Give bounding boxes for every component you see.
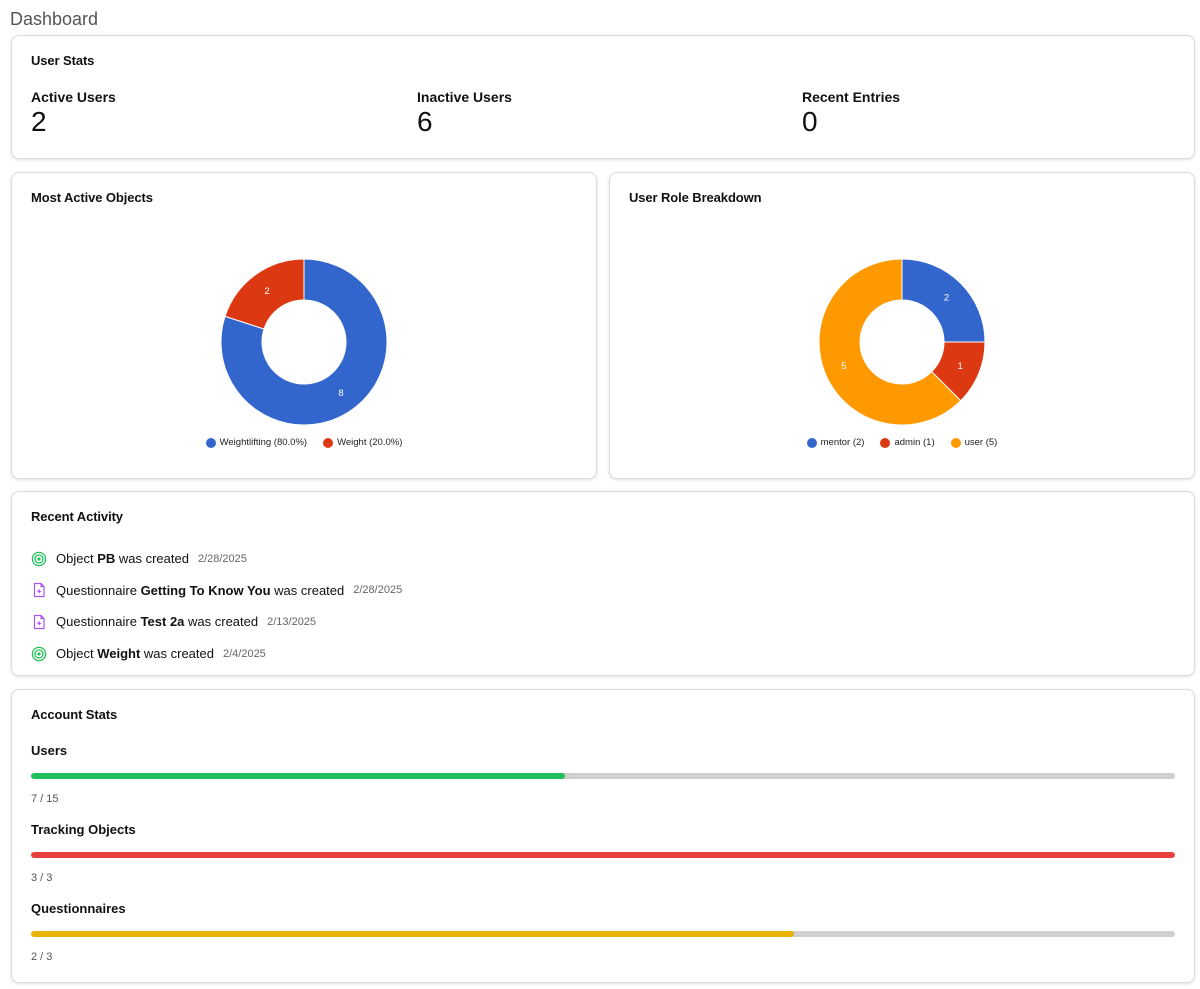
legend-item[interactable]: mentor (2)	[806, 437, 865, 448]
progress-track	[31, 852, 1175, 858]
activity-name[interactable]: Test 2a	[141, 614, 185, 629]
target-icon	[31, 646, 47, 662]
activity-suffix: was created	[115, 551, 189, 567]
activity-date: 2/28/2025	[353, 584, 403, 597]
account-stat-questionnaires: Questionnaires 2 / 3	[31, 901, 1175, 963]
legend-item[interactable]: user (5)	[950, 437, 998, 448]
legend-dot-icon	[950, 437, 961, 448]
progress-track	[31, 931, 1175, 937]
progress-fill	[31, 852, 1175, 858]
activity-item: Object Weight was created 2/4/2025	[31, 638, 402, 670]
activity-name[interactable]: Getting To Know You	[141, 583, 271, 598]
user-stats-card: User Stats Active Users 2 Inactive Users…	[11, 35, 1195, 159]
activity-text: Object Weight was created	[56, 646, 214, 661]
account-stat-tracking-objects: Tracking Objects 3 / 3	[31, 822, 1175, 884]
legend-dot-icon	[205, 437, 216, 448]
most-active-objects-donut-chart: 82	[220, 258, 388, 426]
objects-slice-label: 2	[264, 286, 269, 297]
progress-track	[31, 773, 1175, 779]
activity-item: Questionnaire Getting To Know You was cr…	[31, 575, 402, 607]
user-role-breakdown-card: User Role Breakdown 215 mentor (2) admin …	[609, 172, 1195, 479]
activity-list: Object PB was created 2/28/2025 Questionna…	[31, 543, 402, 669]
account-stat-label: Users	[31, 743, 68, 758]
activity-item: Questionnaire Test 2a was created 2/13/20…	[31, 606, 402, 638]
activity-suffix: was created	[140, 646, 214, 662]
progress-fill	[31, 931, 794, 937]
activity-type: Object	[56, 551, 98, 567]
account-stat-count: 7 / 15	[31, 793, 59, 805]
file-plus-icon	[31, 614, 47, 630]
activity-name[interactable]: PB	[97, 551, 115, 566]
roles-slice-label: 1	[958, 361, 963, 372]
activity-text: Object PB was created	[56, 551, 189, 566]
stat-active-users: Active Users 2	[31, 89, 116, 137]
progress-fill	[31, 773, 565, 779]
activity-date: 2/13/2025	[267, 615, 317, 628]
account-stats-title: Account Stats	[31, 707, 118, 722]
stat-value: 2	[31, 106, 47, 137]
activity-text: Questionnaire Test 2a was created	[56, 614, 258, 629]
account-stats-card: Account Stats Users 7 / 15 Tracking Obje…	[11, 689, 1195, 983]
activity-type: Questionnaire	[56, 582, 141, 598]
legend-label: user (5)	[964, 437, 998, 448]
account-stat-users: Users 7 / 15	[31, 743, 1175, 805]
legend-dot-icon	[323, 437, 334, 448]
activity-date: 2/4/2025	[222, 647, 266, 660]
most-active-objects-card: Most Active Objects 82 Weightlifting (80…	[11, 172, 597, 479]
activity-type: Object	[56, 646, 98, 662]
recent-activity-title: Recent Activity	[31, 509, 123, 524]
page-title: Dashboard	[10, 9, 99, 29]
activity-date: 2/28/2025	[197, 552, 247, 565]
activity-item: Object PB was created 2/28/2025	[31, 543, 402, 575]
account-stat-count: 3 / 3	[31, 872, 53, 884]
legend-dot-icon	[880, 437, 891, 448]
activity-text: Questionnaire Getting To Know You was cr…	[56, 583, 344, 598]
legend-label: admin (1)	[894, 437, 935, 448]
target-icon	[31, 551, 47, 567]
recent-activity-card: Recent Activity Object PB was created 2/2…	[11, 491, 1195, 676]
stat-label: Recent Entries	[802, 89, 901, 105]
most-active-objects-legend: Weightlifting (80.0%) Weight (20.0%)	[12, 437, 596, 451]
stat-value: 6	[417, 106, 433, 137]
roles-slice-label: 2	[944, 292, 949, 303]
roles-slice-label: 5	[841, 361, 846, 372]
legend-label: Weight (20.0%)	[337, 437, 403, 448]
activity-type: Questionnaire	[56, 614, 141, 630]
user-stats-title: User Stats	[31, 53, 95, 68]
file-plus-icon	[31, 582, 47, 598]
user-role-breakdown-legend: mentor (2) admin (1) user (5)	[610, 437, 1194, 451]
stat-recent-entries: Recent Entries 0	[802, 89, 900, 137]
activity-suffix: was created	[270, 582, 345, 598]
objects-slice-label: 8	[338, 388, 343, 399]
account-stat-label: Questionnaires	[31, 901, 126, 916]
account-stat-count: 2 / 3	[31, 951, 53, 963]
legend-item[interactable]: Weight (20.0%)	[323, 437, 402, 448]
legend-dot-icon	[806, 437, 817, 448]
legend-label: Weightlifting (80.0%)	[219, 437, 308, 448]
user-role-breakdown-donut-chart: 2 1 5	[818, 258, 986, 426]
activity-name[interactable]: Weight	[97, 646, 140, 661]
account-stat-label: Tracking Objects	[31, 822, 136, 837]
activity-suffix: was created	[184, 614, 259, 630]
legend-item[interactable]: Weightlifting (80.0%)	[205, 437, 308, 448]
stat-label: Inactive Users	[417, 89, 512, 105]
legend-label: mentor (2)	[820, 437, 865, 448]
stat-value: 0	[802, 106, 818, 137]
stat-inactive-users: Inactive Users 6	[417, 89, 512, 137]
stat-label: Active Users	[31, 89, 116, 105]
legend-item[interactable]: admin (1)	[880, 437, 935, 448]
